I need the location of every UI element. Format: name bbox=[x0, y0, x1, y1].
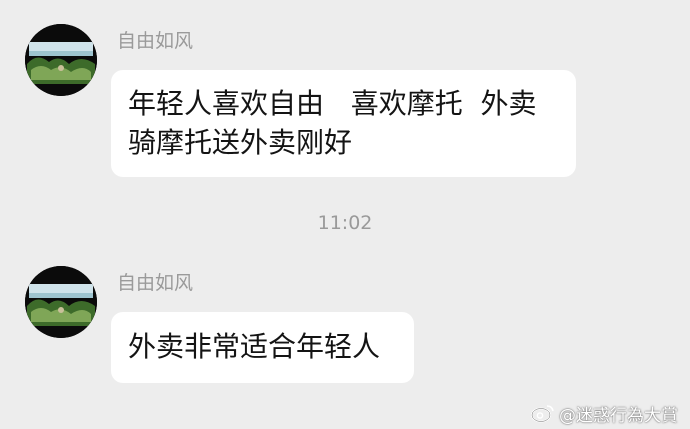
sender-name: 自由如风 bbox=[117, 30, 194, 52]
sender-name: 自由如风 bbox=[117, 272, 194, 294]
avatar[interactable] bbox=[25, 266, 97, 338]
message-text: 骑摩托送外卖刚好 bbox=[128, 126, 353, 159]
watermark-text: @迷惑行為大賞 bbox=[559, 405, 678, 426]
avatar[interactable] bbox=[25, 24, 97, 96]
timestamp: 11:02 bbox=[317, 212, 373, 234]
chat-screen: { "messages": [ { "sender": "自由如风", "lin… bbox=[0, 0, 690, 429]
message-text: 年轻人喜欢自由 喜欢摩托 外卖 bbox=[128, 87, 537, 120]
landscape-avatar-icon bbox=[25, 24, 97, 96]
landscape-avatar-icon bbox=[25, 266, 97, 338]
weibo-logo-icon bbox=[531, 405, 554, 423]
message-bubble[interactable]: 外卖非常适合年轻人 bbox=[111, 312, 414, 383]
message-text: 外卖非常适合年轻人 bbox=[128, 330, 381, 363]
watermark: @迷惑行為大賞 bbox=[531, 401, 678, 426]
message-bubble[interactable]: 年轻人喜欢自由 喜欢摩托 外卖 骑摩托送外卖刚好 bbox=[111, 70, 576, 177]
